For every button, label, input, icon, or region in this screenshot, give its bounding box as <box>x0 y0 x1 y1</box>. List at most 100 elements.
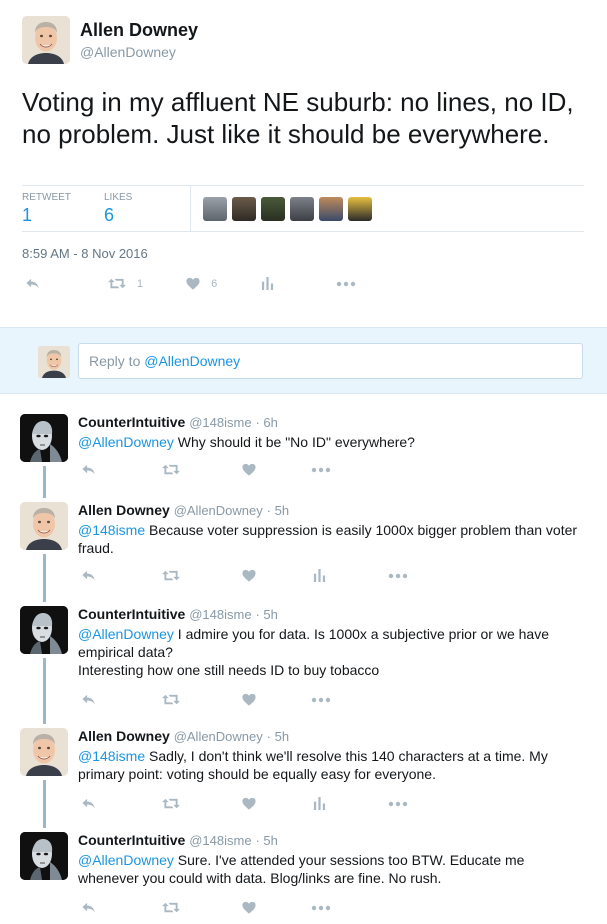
thread-connector <box>43 658 46 724</box>
more-icon[interactable] <box>311 905 331 911</box>
reply-input[interactable]: Reply to @AllenDowney <box>78 343 583 379</box>
reply-actions <box>78 692 331 707</box>
reply-actions <box>78 796 408 811</box>
reply-icon[interactable] <box>80 692 97 707</box>
reply-actions <box>78 568 408 583</box>
reply-text: @AllenDowney Why should it be "No ID" ev… <box>78 433 588 451</box>
liker-avatar[interactable] <box>290 196 314 221</box>
reply-author-name[interactable]: CounterIntuitive <box>78 414 185 430</box>
retweet-icon[interactable] <box>161 692 181 707</box>
thread-connector <box>43 554 46 602</box>
more-button[interactable] <box>336 281 356 287</box>
main-tweet-author: Allen Downey @AllenDowney <box>22 16 585 64</box>
reply-button[interactable] <box>24 276 41 291</box>
liker-avatar[interactable] <box>348 196 372 221</box>
analytics-button[interactable] <box>261 276 274 291</box>
reply-mention[interactable]: @AllenDowney <box>78 434 174 450</box>
analytics-icon[interactable] <box>313 568 326 583</box>
retweet-icon[interactable] <box>161 462 181 477</box>
reply-mention[interactable]: @AllenDowney <box>78 852 174 868</box>
thread-connector <box>43 780 46 828</box>
main-tweet-actions: 1 6 <box>22 276 356 291</box>
reply-text: @AllenDowney I admire you for data. Is 1… <box>78 625 588 679</box>
reply-mention[interactable]: @148isme <box>78 748 145 764</box>
retweet-stat-label: RETWEET <box>22 192 71 203</box>
reply-header: CounterIntuitive @148isme · 6h <box>78 414 278 430</box>
reply-avatar[interactable] <box>20 414 68 462</box>
heart-icon[interactable] <box>241 692 257 707</box>
reply-text: @148isme Sadly, I don't think we'll reso… <box>78 747 588 783</box>
reply-mention[interactable]: @148isme <box>78 522 145 538</box>
retweet-stat-value: 1 <box>22 205 33 225</box>
reply-body: Sadly, I don't think we'll resolve this … <box>78 748 548 782</box>
likes-stat-value: 6 <box>104 205 115 225</box>
reply-icon <box>24 276 41 291</box>
like-button[interactable]: 6 <box>185 276 217 291</box>
reply-avatar[interactable] <box>20 502 68 550</box>
reply-time[interactable]: · 5h <box>255 607 277 622</box>
reply-time[interactable]: · 5h <box>255 833 277 848</box>
reply-icon[interactable] <box>80 568 97 583</box>
more-icon[interactable] <box>388 801 408 807</box>
reply-header: CounterIntuitive @148isme · 5h <box>78 606 278 622</box>
reply-mention[interactable]: @AllenDowney <box>78 626 174 642</box>
author-handle[interactable]: @AllenDowney <box>80 44 198 60</box>
reply-author-handle[interactable]: @AllenDowney <box>174 729 263 744</box>
liker-avatar[interactable] <box>261 196 285 221</box>
reply-composer: Reply to @AllenDowney <box>0 327 607 394</box>
liker-avatar[interactable] <box>232 196 256 221</box>
likes-stat[interactable]: LIKES 6 <box>104 186 186 231</box>
author-name[interactable]: Allen Downey <box>80 20 198 41</box>
author-avatar[interactable] <box>22 16 70 64</box>
reply-placeholder-mention: @AllenDowney <box>144 353 241 369</box>
reply-icon[interactable] <box>80 796 97 811</box>
reply-author-name[interactable]: Allen Downey <box>78 728 170 744</box>
reply-author-name[interactable]: CounterIntuitive <box>78 606 185 622</box>
reply-text: @AllenDowney Sure. I've attended your se… <box>78 851 588 887</box>
like-count: 6 <box>211 277 218 290</box>
thread-connector <box>43 466 46 498</box>
tweet-stats: RETWEET 1 LIKES 6 <box>22 185 584 232</box>
reply-time[interactable]: · 5h <box>267 729 289 744</box>
heart-icon[interactable] <box>241 462 257 477</box>
more-icon <box>336 281 356 287</box>
reply-author-handle[interactable]: @AllenDowney <box>174 503 263 518</box>
reply-author-handle[interactable]: @148isme <box>189 607 251 622</box>
reply-icon[interactable] <box>80 900 97 915</box>
more-icon[interactable] <box>388 573 408 579</box>
reply-avatar[interactable] <box>20 606 68 654</box>
heart-icon[interactable] <box>241 796 257 811</box>
main-tweet: Allen Downey @AllenDowney Voting in my a… <box>0 0 607 327</box>
reply-body: Why should it be "No ID" everywhere? <box>173 434 415 450</box>
more-icon[interactable] <box>311 697 331 703</box>
reply-author-handle[interactable]: @148isme <box>189 833 251 848</box>
reply-icon[interactable] <box>80 462 97 477</box>
analytics-icon <box>261 276 274 291</box>
retweet-icon <box>107 276 127 291</box>
retweet-count: 1 <box>137 277 144 290</box>
liker-avatar[interactable] <box>319 196 343 221</box>
reply-author-name[interactable]: CounterIntuitive <box>78 832 185 848</box>
current-user-avatar <box>38 346 70 378</box>
tweet-timestamp[interactable]: 8:59 AM - 8 Nov 2016 <box>22 246 148 261</box>
reply-author-name[interactable]: Allen Downey <box>78 502 170 518</box>
reply-time[interactable]: · 6h <box>255 415 277 430</box>
reply-header: Allen Downey @AllenDowney · 5h <box>78 502 289 518</box>
retweet-icon[interactable] <box>161 796 181 811</box>
retweet-icon[interactable] <box>161 568 181 583</box>
reply-author-handle[interactable]: @148isme <box>189 415 251 430</box>
heart-icon[interactable] <box>241 568 257 583</box>
reply-time[interactable]: · 5h <box>267 503 289 518</box>
retweet-icon[interactable] <box>161 900 181 915</box>
tweet-text: Voting in my affluent NE suburb: no line… <box>22 87 574 149</box>
heart-icon[interactable] <box>241 900 257 915</box>
retweet-button[interactable]: 1 <box>107 276 143 291</box>
reply-avatar[interactable] <box>20 728 68 776</box>
more-icon[interactable] <box>311 467 331 473</box>
likes-stat-label: LIKES <box>104 192 133 203</box>
likers-avatars <box>203 186 372 231</box>
analytics-icon[interactable] <box>313 796 326 811</box>
retweet-stat[interactable]: RETWEET 1 <box>22 186 104 231</box>
reply-avatar[interactable] <box>20 832 68 880</box>
liker-avatar[interactable] <box>203 196 227 221</box>
